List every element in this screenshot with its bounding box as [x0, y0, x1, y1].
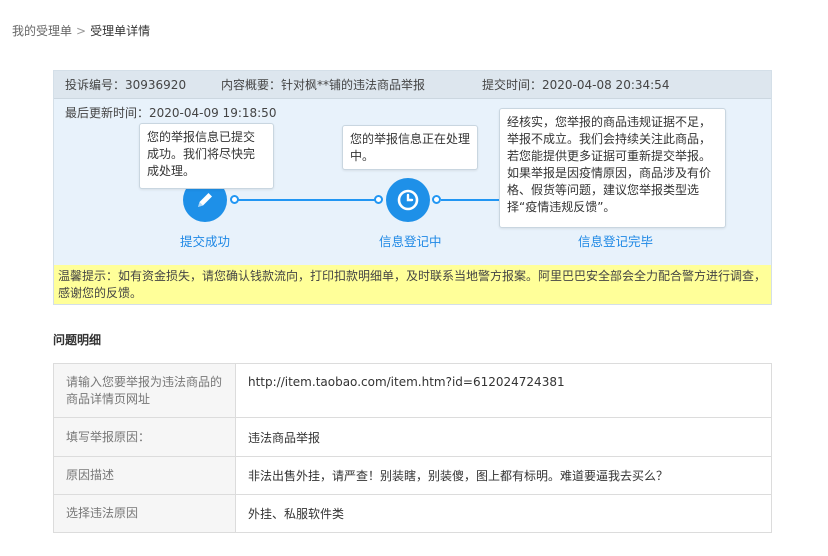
step-bubble-registered: 经核实，您举报的商品违规证据不足，举报不成立。我们会持续关注此商品，若您能提供更… — [499, 108, 726, 228]
step-label-registered: 信息登记完毕 — [578, 234, 654, 249]
breadcrumb-parent-link[interactable]: 我的受理单 — [12, 24, 72, 38]
detail-value: 非法出售外挂，请严查！别装瞎，别装傻，图上都有标明。难道要逼我去买么？ — [235, 456, 772, 495]
table-row: 原因描述 非法出售外挂，请严查！别装瞎，别装傻，图上都有标明。难道要逼我去买么？ — [53, 456, 772, 495]
warm-tip-notice: 温馨提示：如有资金损失，请您确认钱款流向，打印扣款明细单，及时联系当地警方报案。… — [54, 265, 771, 304]
detail-value: http://item.taobao.com/item.htm?id=61202… — [235, 363, 772, 418]
breadcrumb: 我的受理单 > 受理单详情 — [12, 22, 150, 39]
progress-dot — [374, 195, 383, 204]
pencil-icon — [198, 193, 212, 207]
complaint-status-panel: 投诉编号：30936920 内容概要：针对枫**铺的违法商品举报 提交时间：20… — [53, 70, 772, 305]
progress-line-2 — [441, 199, 501, 201]
detail-key: 选择违法原因 — [53, 494, 236, 533]
last-updated-time: 最后更新时间：2020-04-09 19:18:50 — [65, 106, 277, 120]
details-section-title: 问题明细 — [53, 333, 102, 347]
breadcrumb-current: 受理单详情 — [90, 24, 151, 38]
detail-value: 外挂、私服软件类 — [235, 494, 772, 533]
detail-value: 违法商品举报 — [235, 417, 772, 457]
breadcrumb-separator: > — [76, 24, 87, 38]
table-row: 填写举报原因： 违法商品举报 — [53, 417, 772, 457]
progress-dot — [230, 195, 239, 204]
table-row: 请输入您要举报为违法商品的商品详情页网址 http://item.taobao.… — [53, 363, 772, 418]
progress-line-1 — [238, 199, 379, 201]
details-table: 请输入您要举报为违法商品的商品详情页网址 http://item.taobao.… — [53, 363, 772, 533]
progress-dot — [432, 195, 441, 204]
complaint-summary: 内容概要：针对枫**铺的违法商品举报 — [221, 78, 426, 92]
submit-time: 提交时间：2020-04-08 20:34:54 — [482, 78, 670, 92]
complaint-header: 投诉编号：30936920 内容概要：针对枫**铺的违法商品举报 提交时间：20… — [54, 71, 771, 99]
step-label-registering: 信息登记中 — [379, 234, 442, 249]
table-row: 选择违法原因 外挂、私服软件类 — [53, 494, 772, 533]
step-bubble-submitted: 您的举报信息已提交成功。我们将尽快完成处理。 — [139, 123, 274, 189]
detail-key: 填写举报原因： — [53, 417, 236, 457]
step-registering-node — [386, 178, 430, 222]
detail-key: 原因描述 — [53, 456, 236, 495]
clock-icon — [397, 189, 419, 211]
detail-key: 请输入您要举报为违法商品的商品详情页网址 — [53, 363, 236, 418]
step-bubble-registering: 您的举报信息正在处理中。 — [342, 125, 478, 170]
complaint-number: 投诉编号：30936920 — [65, 78, 187, 92]
step-label-submitted: 提交成功 — [180, 234, 231, 249]
